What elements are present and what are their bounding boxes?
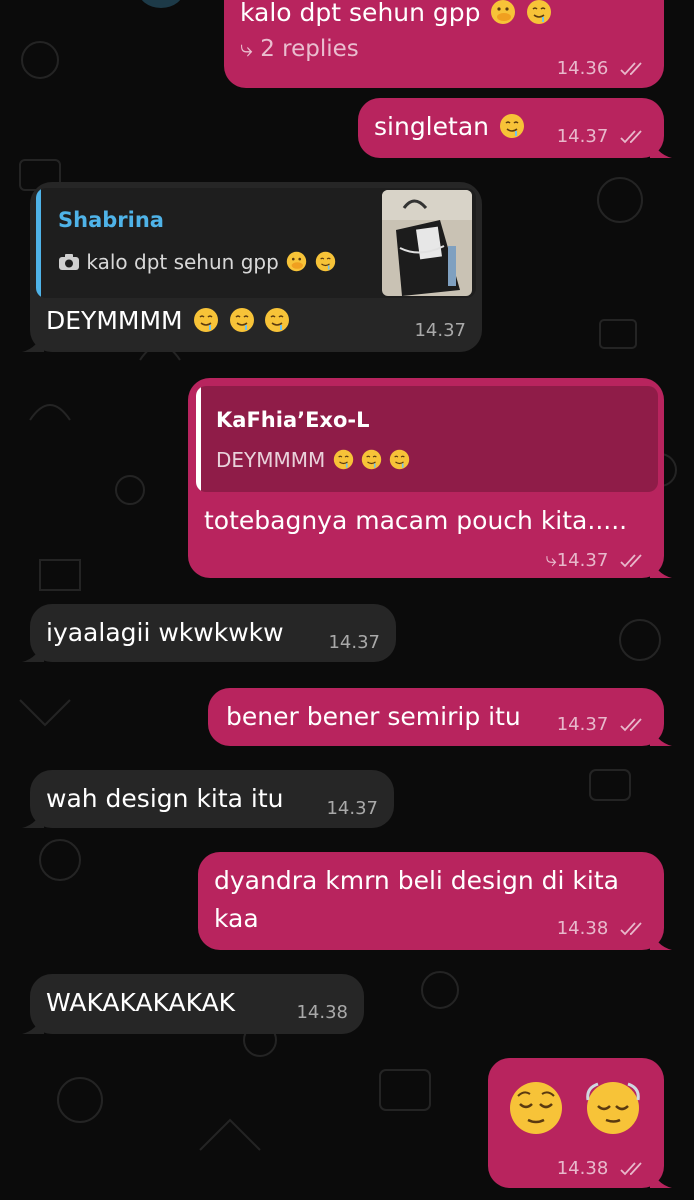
message-text: kalo dpt sehun gpp	[240, 0, 552, 30]
message-bubble-outgoing[interactable]: KaFhia’Exo-L DEYMMMM totebagnya macam po…	[188, 378, 672, 578]
time-text: 14.37	[328, 632, 380, 653]
double-check-icon	[620, 554, 642, 568]
message-bubble-outgoing[interactable]: bener bener semirip itu 14.37	[208, 688, 672, 746]
drooling-face-emoji	[499, 114, 524, 138]
bubble-tail	[650, 556, 672, 578]
bubble-tail	[22, 806, 44, 828]
message-bubble-outgoing[interactable]: 14.38	[488, 1058, 672, 1188]
bubble-tail	[22, 1012, 44, 1034]
quote-sender-name: KaFhia’Exo-L	[216, 408, 370, 432]
quote-sender-name: Shabrina	[58, 208, 164, 232]
double-check-icon	[620, 1162, 642, 1176]
quote-text-content: kalo dpt sehun gpp	[86, 250, 279, 274]
double-check-icon	[620, 62, 642, 76]
time-text: 14.38	[556, 918, 609, 939]
message-timestamp: 14.37	[557, 714, 646, 736]
message-timestamp: 14.37	[328, 632, 380, 654]
double-check-icon	[620, 130, 642, 144]
quote-bar	[36, 188, 41, 298]
message-timestamp: 14.38	[557, 1158, 646, 1180]
message-bubble-incoming[interactable]: iyaalagii wkwkwkw 14.37	[22, 604, 396, 662]
bubble-tail	[650, 928, 672, 950]
reply-quote[interactable]: Shabrina kalo dpt sehun gpp	[36, 188, 476, 298]
message-text-content: singletan	[374, 112, 489, 141]
drooling-face-emoji	[527, 0, 552, 24]
drooling-face-emoji	[229, 308, 254, 332]
message-timestamp: 14.37	[557, 126, 646, 148]
drooling-face-emoji	[390, 449, 410, 470]
double-check-icon	[620, 718, 642, 732]
message-timestamp: 14.37	[326, 798, 378, 820]
drooling-face-emoji	[265, 308, 290, 332]
message-text: totebagnya macam pouch kita.....	[204, 506, 628, 535]
message-bubble-outgoing[interactable]: kalo dpt sehun gpp ⤷ 2 replies 14.36	[224, 0, 664, 88]
reply-quote[interactable]: KaFhia’Exo-L DEYMMMM	[196, 386, 658, 492]
quote-text: DEYMMMM	[216, 448, 410, 472]
replies-link[interactable]: ⤷ 2 replies	[240, 36, 359, 62]
time-text: 14.36	[556, 58, 609, 79]
drooling-face-emoji	[333, 449, 353, 470]
quote-bar	[196, 386, 201, 492]
message-bubble-incoming[interactable]: WAKAKAKAKAK 14.38	[22, 974, 364, 1034]
message-text: iyaalagii wkwkwkw	[46, 618, 284, 647]
quote-text-content: DEYMMMM	[216, 448, 326, 472]
message-text-content: kalo dpt sehun gpp	[240, 0, 481, 27]
message-timestamp: 14.37	[414, 320, 466, 342]
time-text: 14.37	[556, 714, 609, 735]
message-bubble-incoming[interactable]: Shabrina kalo dpt sehun gpp DEYMMMM 14.3…	[22, 182, 482, 352]
message-timestamp: 14.38	[557, 918, 646, 940]
drooling-face-emoji	[315, 251, 335, 272]
hand-over-mouth-emoji	[286, 251, 307, 272]
hand-over-mouth-emoji	[491, 0, 516, 24]
reply-arrow-icon: ⤷	[240, 36, 253, 62]
bubble-tail	[22, 640, 44, 662]
message-text: DEYMMMM	[46, 304, 290, 338]
time-text: 14.38	[296, 1002, 348, 1023]
bubble-tail	[650, 1166, 672, 1188]
message-text: bener bener semirip itu	[226, 702, 521, 731]
message-text-content: DEYMMMM	[46, 306, 183, 335]
message-bubble-incoming[interactable]: wah design kita itu 14.37	[22, 770, 394, 828]
message-text: WAKAKAKAKAK	[46, 988, 236, 1017]
replies-count: 2 replies	[260, 36, 359, 62]
time-text: 14.38	[556, 1158, 609, 1179]
bubble-tail	[650, 724, 672, 746]
message-timestamp: ⤷14.37	[546, 548, 646, 572]
message-text-line-2: kaa	[214, 904, 259, 933]
relieved-face-with-dizzy-emoji	[586, 1082, 640, 1134]
quote-photo-thumbnail	[382, 190, 472, 296]
bubble-tail	[650, 136, 672, 158]
quote-text: kalo dpt sehun gpp	[58, 250, 336, 274]
drooling-face-emoji	[193, 308, 218, 332]
message-text: wah design kita itu	[46, 784, 284, 813]
time-text: 14.37	[414, 320, 466, 341]
relieved-face-emoji	[510, 1082, 562, 1134]
time-text: 14.37	[556, 126, 609, 147]
message-bubble-outgoing[interactable]: singletan 14.37	[358, 98, 672, 158]
time-text: 14.37	[326, 798, 378, 819]
message-text-line-1: dyandra kmrn beli design di kita	[214, 866, 619, 895]
message-bubble-outgoing[interactable]: dyandra kmrn beli design di kita kaa 14.…	[198, 852, 672, 950]
message-timestamp: 14.36	[557, 58, 646, 80]
forward-reply-icon: ⤷	[545, 547, 557, 571]
bubble-tail	[22, 330, 44, 352]
camera-icon	[59, 254, 79, 270]
double-check-icon	[620, 922, 642, 936]
drooling-face-emoji	[361, 449, 382, 470]
message-timestamp: 14.38	[296, 1002, 348, 1024]
time-text: 14.37	[556, 550, 609, 571]
message-text: singletan	[374, 110, 525, 144]
